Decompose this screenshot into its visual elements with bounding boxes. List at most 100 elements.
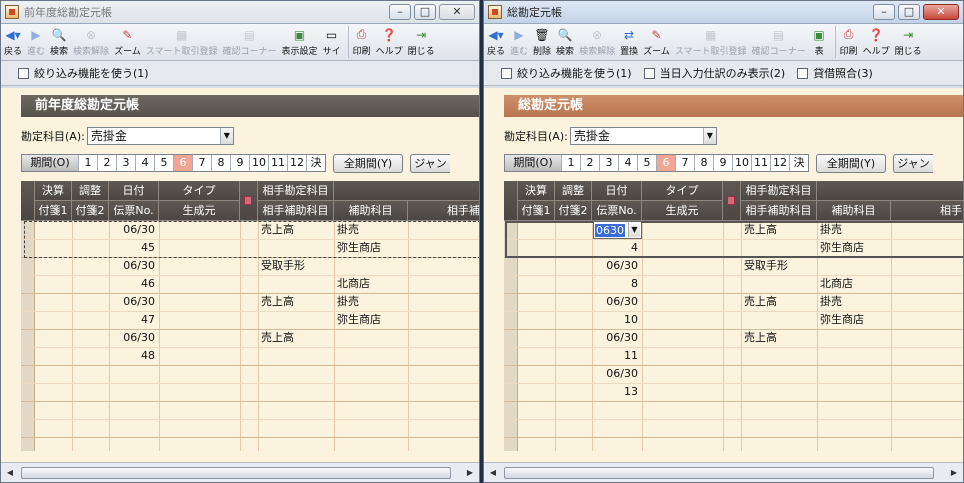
chevron-down-icon[interactable]: ▼ [219, 128, 233, 144]
period-7[interactable]: 7 [675, 155, 694, 171]
back-button[interactable]: ◀▾ 戻る [3, 26, 23, 58]
forward-button[interactable]: ▶ 進む [26, 26, 46, 58]
help-button[interactable]: ❓ ヘルプ [375, 26, 404, 58]
today-entries-checkbox[interactable]: 当日入力仕訳のみ表示(2) [643, 65, 785, 81]
row2-sub2[interactable]: 北商店 [817, 275, 891, 293]
period-3[interactable]: 3 [116, 155, 135, 171]
period-11[interactable]: 11 [268, 155, 287, 171]
period-label[interactable]: 期間(O) [22, 155, 78, 171]
search-clear-button[interactable]: ⊗ 検索解除 [578, 26, 616, 58]
account-combo[interactable]: 売掛金 ▼ [569, 127, 717, 145]
period-2[interactable]: 2 [580, 155, 599, 171]
scroll-right-icon[interactable]: ▶ [947, 466, 961, 480]
help-button[interactable]: ❓ ヘルプ [862, 26, 891, 58]
row2-voucher[interactable]: 46 [109, 275, 159, 293]
period-11[interactable]: 11 [751, 155, 770, 171]
period-9[interactable]: 9 [713, 155, 732, 171]
back-button[interactable]: ◀▾ 戻る [486, 26, 506, 58]
date-edit-field[interactable]: 0630 ▼ [593, 221, 642, 239]
delete-button[interactable]: 🗑 削除 [532, 26, 552, 58]
period-10[interactable]: 10 [249, 155, 268, 171]
title-bar[interactable]: 前年度総勘定元帳 – □ ✕ [1, 1, 479, 24]
scroll-left-icon[interactable]: ◀ [486, 466, 500, 480]
row1-voucher[interactable]: 4 [592, 239, 642, 257]
period-6[interactable]: 6 [173, 155, 192, 171]
row1-sub2[interactable]: 弥生商店 [334, 239, 408, 257]
horizontal-scrollbar[interactable]: ◀ ▶ [484, 462, 963, 482]
scroll-right-icon[interactable]: ▶ [463, 466, 477, 480]
row2-account[interactable]: 受取手形 [258, 257, 334, 275]
row5-date[interactable]: 06/30 [592, 365, 642, 383]
period-5[interactable]: 5 [637, 155, 656, 171]
row3-voucher[interactable]: 47 [109, 311, 159, 329]
checkbox-box[interactable] [501, 67, 512, 79]
period-12[interactable]: 12 [287, 155, 306, 171]
row4-voucher[interactable]: 11 [592, 347, 642, 365]
checkbox-box[interactable] [797, 67, 809, 79]
period-7[interactable]: 7 [192, 155, 211, 171]
jump-button[interactable]: ジャン [410, 153, 450, 173]
row4-account[interactable]: 売上高 [741, 329, 817, 347]
scroll-thumb[interactable] [504, 467, 934, 479]
check-corner-button[interactable]: ▤ 確認コーナー [751, 26, 807, 58]
smart-transaction-button[interactable]: ▦ スマート取引登録 [674, 26, 748, 58]
filter-checkbox[interactable]: 絞り込み機能を使う(1) [501, 65, 632, 81]
period-1[interactable]: 1 [78, 155, 97, 171]
replace-button[interactable]: ⇄ 置換 [619, 26, 639, 58]
zoom-button[interactable]: ✎ ズーム [113, 26, 142, 58]
close-window-button[interactable]: ⇥ 閉じる [407, 26, 436, 58]
period-closing[interactable]: 決 [306, 155, 325, 171]
close-button[interactable]: ✕ [439, 4, 475, 20]
horizontal-scrollbar[interactable]: ◀ ▶ [1, 462, 479, 482]
row1-sub[interactable]: 掛売 [817, 221, 891, 239]
title-bar[interactable]: 総勘定元帳 – □ ✕ [484, 1, 963, 24]
account-combo[interactable]: 売掛金 ▼ [86, 127, 234, 145]
display-settings-button[interactable]: ▣ 表示設定 [281, 26, 319, 58]
balance-check-checkbox[interactable]: 貸借照合(3) [797, 65, 873, 81]
period-12[interactable]: 12 [770, 155, 789, 171]
general-ledger-window[interactable]: 総勘定元帳 – □ ✕ ◀▾ 戻る ▶ 進む 🗑 削除 🔍 検索 ⊗ 検索解除 ⇄ 置換 ✎… [483, 0, 964, 483]
minimize-button[interactable]: – [389, 4, 411, 20]
check-corner-button[interactable]: ▤ 確認コーナー [222, 26, 278, 58]
row4-date[interactable]: 06/30 [109, 329, 159, 347]
row3-sub[interactable]: 掛売 [817, 293, 891, 311]
period-closing[interactable]: 決 [789, 155, 808, 171]
row1-sub[interactable]: 掛売 [334, 221, 408, 239]
search-clear-button[interactable]: ⊗ 検索解除 [72, 26, 110, 58]
period-5[interactable]: 5 [154, 155, 173, 171]
close-window-button[interactable]: ⇥ 閉じる [894, 26, 923, 58]
row2-date[interactable]: 06/30 [592, 257, 642, 275]
period-1[interactable]: 1 [561, 155, 580, 171]
row2-voucher[interactable]: 8 [592, 275, 642, 293]
period-9[interactable]: 9 [230, 155, 249, 171]
scroll-thumb[interactable] [21, 467, 451, 479]
period-10[interactable]: 10 [732, 155, 751, 171]
period-8[interactable]: 8 [211, 155, 230, 171]
period-label[interactable]: 期間(O) [505, 155, 561, 171]
zoom-button[interactable]: ✎ ズーム [642, 26, 671, 58]
period-8[interactable]: 8 [694, 155, 713, 171]
all-period-button[interactable]: 全期間(Y) [816, 153, 886, 173]
row1-date[interactable]: 06/30 [109, 221, 159, 239]
search-button[interactable]: 🔍 検索 [555, 26, 575, 58]
row3-account[interactable]: 売上高 [741, 293, 817, 311]
close-button[interactable]: ✕ [923, 4, 959, 20]
size-button[interactable]: ▭ サイ [322, 26, 342, 58]
print-button[interactable]: ⎙ 印刷 [352, 26, 372, 57]
selected-text[interactable]: 0630 [595, 224, 625, 237]
period-6[interactable]: 6 [656, 155, 675, 171]
row4-account[interactable]: 売上高 [258, 329, 334, 347]
row2-date[interactable]: 06/30 [109, 257, 159, 275]
period-4[interactable]: 4 [135, 155, 154, 171]
row3-sub2[interactable]: 弥生商店 [334, 311, 408, 329]
row5-voucher[interactable]: 13 [592, 383, 642, 401]
row2-account[interactable]: 受取手形 [741, 257, 817, 275]
row1-sub2[interactable]: 弥生商店 [817, 239, 891, 257]
row3-sub2[interactable]: 弥生商店 [817, 311, 891, 329]
search-button[interactable]: 🔍 検索 [49, 26, 69, 58]
all-period-button[interactable]: 全期間(Y) [333, 153, 403, 173]
forward-button[interactable]: ▶ 進む [509, 26, 529, 58]
checkbox-box[interactable] [643, 67, 655, 79]
smart-transaction-button[interactable]: ▦ スマート取引登録 [145, 26, 219, 58]
row4-date[interactable]: 06/30 [592, 329, 642, 347]
